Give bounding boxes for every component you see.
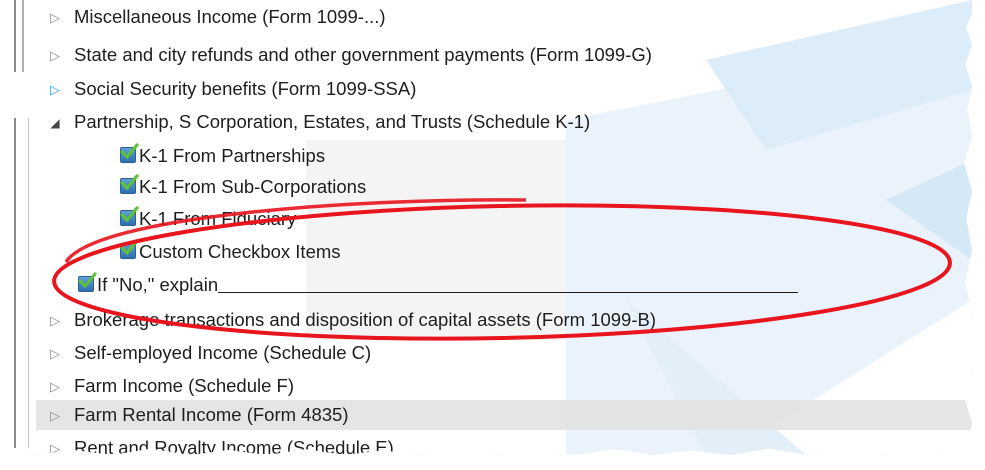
checkbox-checked-icon[interactable] bbox=[120, 206, 139, 226]
checkbox-checked-icon[interactable] bbox=[120, 174, 139, 194]
tree-leaf-custom-checkbox-items[interactable]: Custom Checkbox Items bbox=[120, 237, 341, 267]
triangle-right-icon[interactable]: ▷ bbox=[48, 306, 62, 336]
triangle-right-icon[interactable]: ▷ bbox=[48, 401, 62, 431]
tree-node-farm-income[interactable]: ▷ Farm Income (Schedule F) bbox=[48, 371, 294, 401]
triangle-right-icon[interactable]: ▷ bbox=[48, 434, 62, 455]
tree-node-state-refunds[interactable]: ▷ State and city refunds and other govern… bbox=[48, 40, 652, 70]
checkbox-checked-icon[interactable] bbox=[78, 272, 97, 292]
tree-node-farm-rental-income[interactable]: ▷ Farm Rental Income (Form 4835) bbox=[36, 400, 972, 430]
tree-leaf-k1-sub-corporations[interactable]: K-1 From Sub-Corporations bbox=[120, 172, 366, 202]
tree-node-schedule-k1[interactable]: ◢ Partnership, S Corporation, Estates, an… bbox=[48, 107, 590, 137]
triangle-right-icon[interactable]: ▷ bbox=[48, 339, 62, 369]
tree-leaf-if-no-explain[interactable]: If "No," explain bbox=[78, 270, 799, 300]
checkbox-checked-icon[interactable] bbox=[120, 239, 139, 259]
triangle-down-icon[interactable]: ◢ bbox=[48, 108, 62, 138]
screenshot-frame: ▷ Miscellaneous Income (Form 1099-...) ▷ S… bbox=[6, 0, 972, 455]
tree-node-brokerage[interactable]: ▷ Brokerage transactions and disposition … bbox=[48, 305, 656, 335]
tree-node-social-security[interactable]: ▷ Social Security benefits (Form 1099-SSA… bbox=[48, 74, 416, 104]
triangle-right-icon[interactable]: ▷ bbox=[48, 372, 62, 402]
triangle-right-icon[interactable]: ▷ bbox=[48, 41, 62, 71]
explain-blank-line[interactable] bbox=[218, 272, 799, 293]
triangle-right-icon[interactable]: ▷ bbox=[48, 75, 62, 105]
checkbox-checked-icon[interactable] bbox=[120, 143, 139, 163]
tree-node-rent-royalty[interactable]: ▷ Rent and Royalty Income (Schedule E) bbox=[48, 433, 394, 455]
tree-leaf-k1-fiduciary[interactable]: K-1 From Fiduciary bbox=[120, 204, 296, 234]
income-tree: ▷ Miscellaneous Income (Form 1099-...) ▷ S… bbox=[6, 0, 972, 455]
tree-node-misc-income[interactable]: ▷ Miscellaneous Income (Form 1099-...) bbox=[48, 2, 386, 32]
tree-leaf-k1-partnerships[interactable]: K-1 From Partnerships bbox=[120, 141, 325, 171]
tree-node-self-employed[interactable]: ▷ Self-employed Income (Schedule C) bbox=[48, 338, 371, 368]
triangle-right-icon[interactable]: ▷ bbox=[48, 3, 62, 33]
